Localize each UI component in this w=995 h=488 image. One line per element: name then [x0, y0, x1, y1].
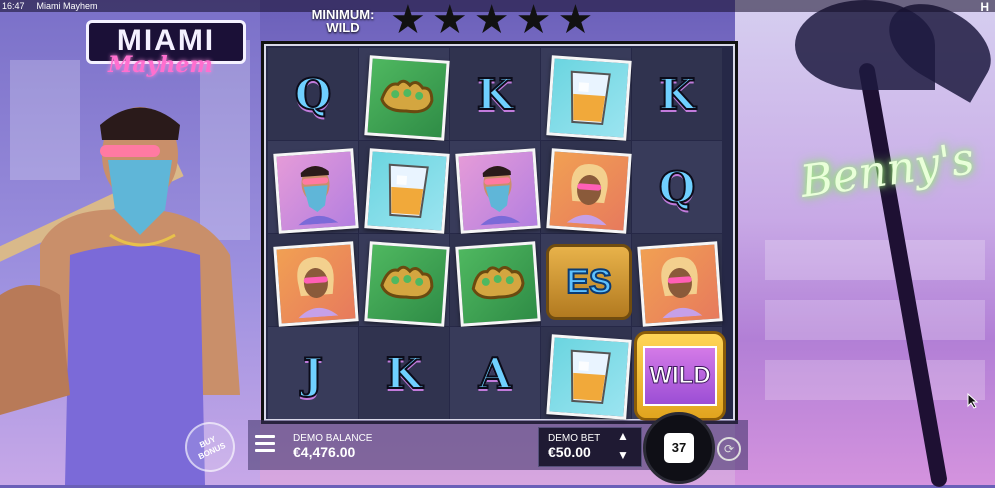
- reel-cell: [359, 234, 450, 327]
- reel-cell: [541, 141, 632, 234]
- symbol-k: K: [385, 348, 424, 399]
- reel-cell: ES: [541, 234, 632, 326]
- reel-cell: J: [268, 327, 358, 419]
- bet-increase-icon[interactable]: ▲: [617, 430, 629, 442]
- star-icon: ★: [557, 0, 594, 42]
- autoplay-icon[interactable]: ⟳: [717, 437, 741, 461]
- bet-value: €50.00: [548, 444, 591, 460]
- bandana-character-illustration: [0, 107, 240, 485]
- balance-label: DEMO BALANCE: [293, 433, 373, 444]
- reel-cell: K: [632, 48, 722, 140]
- reel-cell: [541, 48, 632, 141]
- whiskey-glass-icon: [546, 334, 632, 420]
- spin-button[interactable]: 37: [643, 412, 715, 484]
- reel-cell: [359, 48, 450, 141]
- buy-bonus-label: BUY BONUS: [196, 434, 227, 462]
- star-icon: ★: [431, 0, 468, 42]
- blonde-woman-icon: [273, 241, 359, 327]
- reel-cell: [450, 234, 541, 327]
- spin-count: 37: [664, 433, 694, 463]
- brass-knuckles-icon: [364, 55, 450, 141]
- window-title: Miami Mayhem: [36, 1, 98, 11]
- bandana-man-icon: [455, 148, 541, 234]
- reel-cell: Q: [268, 48, 358, 140]
- reel-cell: [268, 234, 359, 327]
- star-icon: ★: [473, 0, 510, 42]
- bet-decrease-icon[interactable]: ▼: [617, 449, 629, 461]
- reel-cell: K: [450, 48, 540, 140]
- star-icon: ★: [390, 0, 426, 42]
- whiskey-glass-icon: [546, 55, 632, 141]
- wild-stars: ★ ★ ★ ★ ★: [390, 0, 593, 40]
- reel-cell: [632, 234, 723, 327]
- reel-cell: [359, 141, 450, 234]
- reel-cell: [268, 141, 359, 234]
- balance-value: €4,476.00: [293, 444, 356, 460]
- mouse-cursor-icon: [967, 393, 979, 409]
- symbol-q: Q: [658, 162, 697, 213]
- minimum-wild-label: MINIMUM: WILD: [311, 7, 375, 35]
- clock: 16:47: [2, 1, 25, 11]
- background-building-right: [735, 0, 995, 488]
- bet-label: DEMO BET: [548, 433, 601, 444]
- whiskey-glass-icon: [364, 148, 450, 234]
- symbol-q: Q: [294, 69, 333, 120]
- bandana-man-icon: [273, 148, 359, 234]
- reel-cell: A: [450, 327, 540, 419]
- symbol-j: J: [302, 348, 324, 399]
- symbol-a: A: [478, 348, 513, 399]
- symbol-k: K: [476, 69, 515, 120]
- blonde-woman-icon: [546, 148, 632, 234]
- game-logo: MIAMI Mayhem: [86, 20, 246, 80]
- menu-icon[interactable]: [255, 435, 275, 452]
- reel-grid: Q K K Q ES J K A WILD: [261, 41, 738, 424]
- brass-knuckles-icon: [455, 241, 541, 327]
- blonde-woman-icon: [637, 241, 723, 327]
- reel-cell: K: [359, 327, 449, 419]
- reel-cell: Q: [632, 141, 722, 233]
- star-icon: ★: [515, 0, 552, 42]
- reel-cell: [541, 327, 632, 420]
- reel-cell: [450, 141, 541, 234]
- reel-cell: WILD: [632, 327, 726, 421]
- hacksaw-logo-icon: H: [980, 0, 989, 14]
- logo-mayhem: Mayhem: [108, 52, 213, 78]
- brass-knuckles-icon: [364, 241, 450, 327]
- symbol-k: K: [658, 69, 697, 120]
- scatter-symbol: ES: [546, 244, 632, 320]
- wild-symbol: WILD: [634, 331, 726, 421]
